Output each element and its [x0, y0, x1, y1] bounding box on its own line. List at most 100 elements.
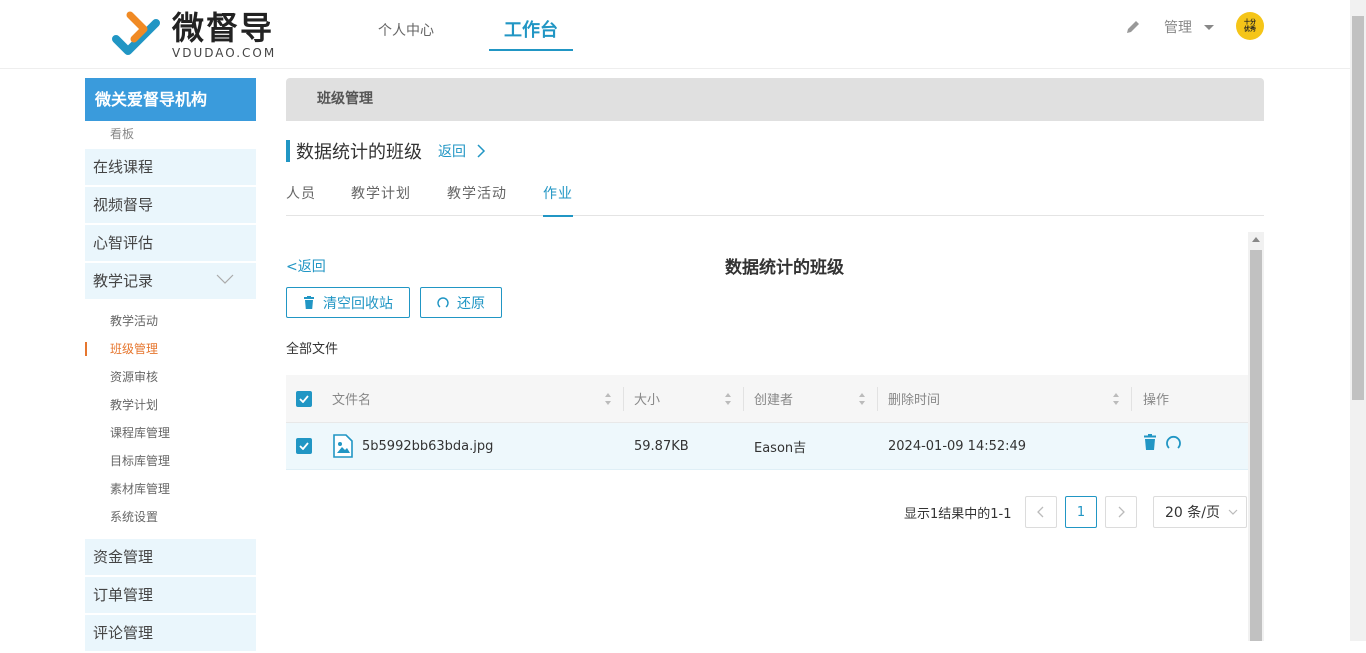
nav-personal-center[interactable]: 个人中心: [372, 0, 440, 69]
row-actions: [1143, 419, 1182, 465]
avatar-text-line2: 优秀: [1243, 26, 1256, 33]
back-link[interactable]: 返回: [438, 141, 486, 161]
select-all-checkbox[interactable]: [296, 375, 312, 422]
pagination-info: 显示1结果中的1-1: [904, 507, 1012, 522]
pagination-page-button[interactable]: 1: [1065, 496, 1097, 528]
sidebar-item-dashboard[interactable]: 看板: [85, 121, 256, 149]
chevron-left-icon: [1037, 506, 1044, 518]
file-creator: Eason吉: [754, 440, 807, 456]
edit-pencil-icon[interactable]: [1124, 18, 1142, 36]
teaching-record-submenu: 教学活动 班级管理 资源审核 教学计划 课程库管理 目标库管理 素材库管理 系统…: [85, 301, 256, 539]
tab-homework[interactable]: 作业: [543, 174, 573, 217]
restore-icon[interactable]: [1165, 434, 1182, 451]
back-link-label: 返回: [438, 144, 466, 160]
avatar-text-line1: 十分: [1243, 19, 1256, 26]
sidebar-item-teaching-record[interactable]: 教学记录: [85, 263, 256, 299]
sidebar-sub-course-library[interactable]: 课程库管理: [85, 419, 256, 447]
file-name-cell[interactable]: 5b5992bb63bda.jpg: [332, 423, 493, 469]
pagination-prev-button[interactable]: [1025, 496, 1057, 528]
chevron-right-icon: [477, 144, 486, 158]
sidebar-item-funds[interactable]: 资金管理: [85, 539, 256, 575]
page-size-value: 20 条/页: [1165, 505, 1220, 521]
sidebar-item-comments[interactable]: 评论管理: [85, 615, 256, 651]
column-header-deleted-at[interactable]: 删除时间: [888, 375, 940, 422]
logo-icon: [112, 11, 160, 55]
page-scrollbar[interactable]: [1350, 0, 1366, 641]
recycle-title: 数据统计的班级: [725, 258, 844, 278]
all-files-label: 全部文件: [286, 342, 339, 357]
delete-trash-icon[interactable]: [1143, 434, 1157, 450]
column-divider: [623, 387, 624, 411]
page-size-select[interactable]: 20 条/页: [1153, 496, 1247, 528]
sidebar-sub-material-library[interactable]: 素材库管理: [85, 475, 256, 503]
panel-scrollbar[interactable]: [1248, 232, 1264, 641]
recycle-bin-panel: <返回 数据统计的班级 清空回收站 还原 全部文件 文件名 大小 创建者 删除时…: [286, 232, 1264, 641]
file-name: 5b5992bb63bda.jpg: [362, 438, 494, 454]
chevron-down-icon: [1228, 509, 1238, 515]
admin-dropdown[interactable]: 管理: [1164, 17, 1214, 37]
table-header: 文件名 大小 创建者 删除时间 操作: [286, 375, 1248, 423]
checkbox-checked-icon: [296, 438, 312, 454]
logo-chinese-text: 微督导: [172, 9, 275, 47]
sidebar-item-video-supervision[interactable]: 视频督导: [85, 187, 256, 223]
file-deleted-at: 2024-01-09 14:52:49: [888, 438, 1027, 454]
nav-workbench[interactable]: 工作台: [489, 0, 573, 69]
restore-label: 还原: [457, 295, 485, 312]
chevron-left-icon: <: [286, 259, 298, 275]
restore-icon: [437, 296, 449, 308]
sidebar-sub-class-management[interactable]: 班级管理: [85, 335, 256, 363]
sidebar-sub-teaching-plan[interactable]: 教学计划: [85, 391, 256, 419]
column-divider: [877, 387, 878, 411]
page-scrollbar-thumb[interactable]: [1352, 16, 1364, 400]
file-table: 文件名 大小 创建者 删除时间 操作 5b5992bb63bda.jpg 59.…: [286, 375, 1248, 470]
recycle-back-label: 返回: [297, 259, 326, 275]
scroll-up-arrow-icon[interactable]: [1252, 237, 1260, 242]
tab-members[interactable]: 人员: [286, 174, 316, 216]
sidebar-item-orders[interactable]: 订单管理: [85, 577, 256, 613]
clear-recycle-bin-label: 清空回收站: [323, 295, 393, 312]
column-divider: [743, 387, 744, 411]
trash-icon: [304, 296, 314, 309]
chevron-right-icon: [1118, 506, 1125, 518]
column-header-creator[interactable]: 创建者: [754, 375, 793, 422]
caret-down-icon: [1204, 24, 1214, 30]
recycle-back-link[interactable]: <返回: [286, 256, 326, 276]
column-divider: [1131, 387, 1132, 411]
tab-bar: 人员 教学计划 教学活动 作业: [286, 174, 1264, 217]
sort-icon[interactable]: [724, 392, 732, 406]
breadcrumb: 班级管理: [286, 78, 1264, 121]
tab-teaching-plan[interactable]: 教学计划: [351, 174, 411, 216]
pagination-next-button[interactable]: [1105, 496, 1137, 528]
panel-scrollbar-thumb[interactable]: [1250, 250, 1262, 641]
sort-icon[interactable]: [858, 392, 866, 406]
column-header-name[interactable]: 文件名: [332, 375, 371, 422]
sidebar: 微关爱督导机构 看板 在线课程 视频督导 心智评估 教学记录 教学活动 班级管理…: [85, 78, 256, 653]
sidebar-sub-system-settings[interactable]: 系统设置: [85, 503, 256, 531]
sidebar-item-online-course[interactable]: 在线课程: [85, 149, 256, 185]
file-size: 59.87KB: [634, 438, 689, 454]
tab-teaching-activity[interactable]: 教学活动: [447, 174, 507, 216]
checkbox-checked-icon: [296, 390, 312, 407]
sort-icon[interactable]: [1112, 392, 1120, 406]
page-title: 数据统计的班级: [296, 142, 422, 163]
column-header-actions: 操作: [1143, 393, 1170, 408]
logo-english-text: VDUDAO.COM: [172, 46, 277, 60]
row-checkbox[interactable]: [296, 423, 312, 469]
clear-recycle-bin-button[interactable]: 清空回收站: [286, 287, 410, 318]
sidebar-sub-teaching-activity[interactable]: 教学活动: [85, 307, 256, 335]
logo[interactable]: 微督导 VDUDAO.COM: [110, 8, 276, 62]
sidebar-item-label: 教学记录: [93, 272, 154, 290]
sidebar-item-mental-eval[interactable]: 心智评估: [85, 225, 256, 261]
sort-icon[interactable]: [604, 392, 612, 406]
restore-button[interactable]: 还原: [420, 287, 502, 318]
image-file-icon: [333, 434, 353, 458]
column-header-size[interactable]: 大小: [634, 375, 660, 422]
org-title[interactable]: 微关爱督导机构: [85, 78, 256, 121]
sidebar-sub-goal-library[interactable]: 目标库管理: [85, 447, 256, 475]
table-row[interactable]: 5b5992bb63bda.jpg 59.87KB Eason吉 2024-01…: [286, 423, 1248, 470]
chevron-down-icon: [216, 274, 234, 284]
avatar[interactable]: 十分 优秀: [1236, 12, 1264, 40]
page-title-row: 数据统计的班级 返回: [286, 139, 486, 163]
admin-label: 管理: [1164, 20, 1192, 36]
sidebar-sub-resource-review[interactable]: 资源审核: [85, 363, 256, 391]
